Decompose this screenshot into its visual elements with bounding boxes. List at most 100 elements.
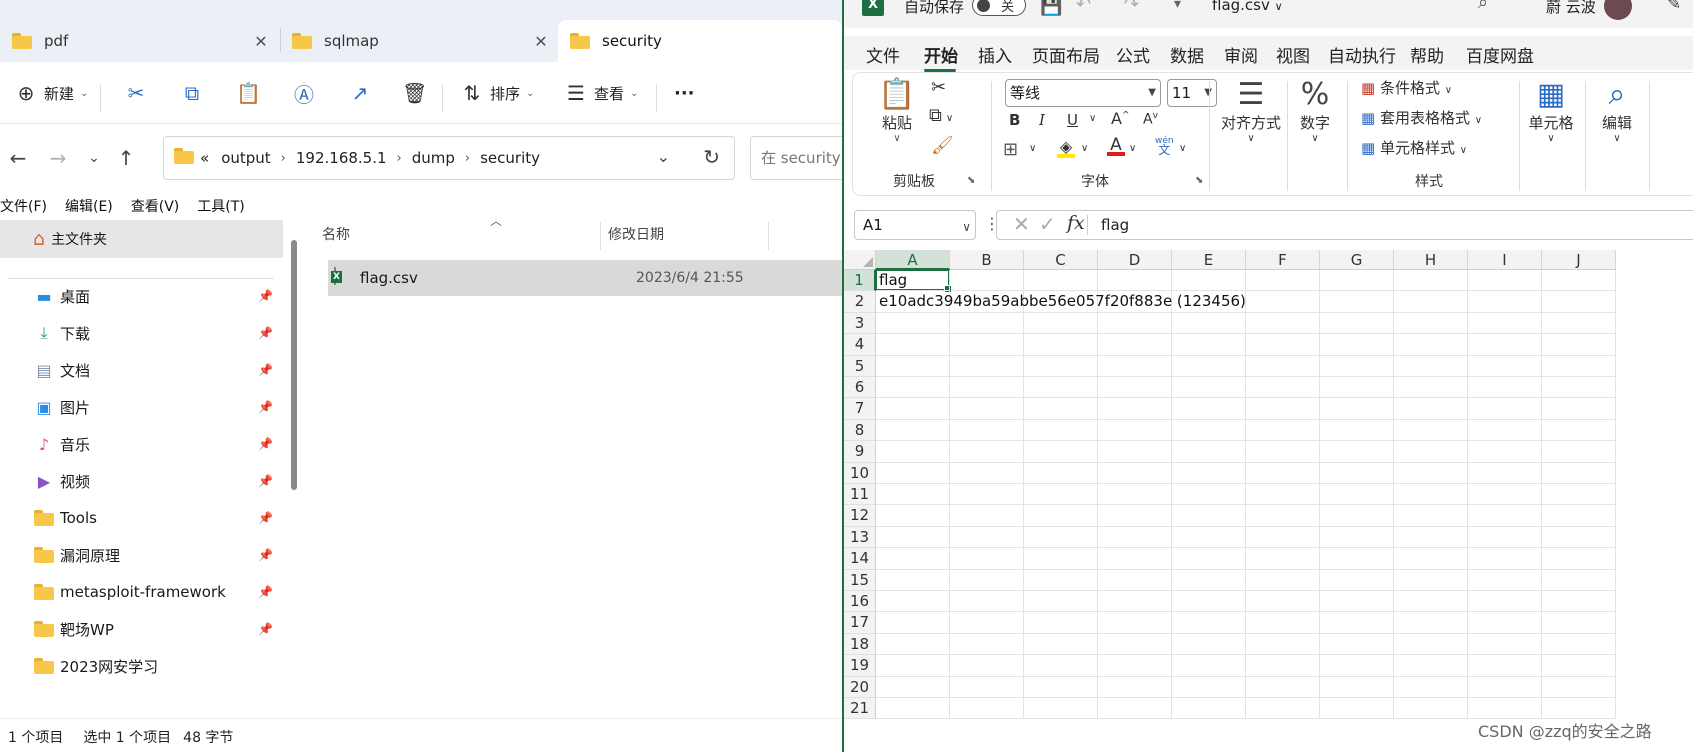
cell-d20[interactable] xyxy=(1098,676,1172,698)
tab-security[interactable]: security xyxy=(558,20,842,62)
cell-b9[interactable] xyxy=(950,441,1024,463)
cell-j3[interactable] xyxy=(1542,312,1616,335)
cell-j11[interactable] xyxy=(1542,484,1616,506)
cell-c8[interactable] xyxy=(1024,419,1098,442)
breadcrumb-ip[interactable]: 192.168.5.1 xyxy=(296,149,387,167)
cell-b8[interactable] xyxy=(950,419,1024,442)
tab-help[interactable]: 帮助 xyxy=(1410,42,1444,67)
cell-h17[interactable] xyxy=(1394,612,1468,634)
cell-g3[interactable] xyxy=(1320,312,1394,335)
row-header[interactable]: 7 xyxy=(844,398,876,420)
cell-c6[interactable] xyxy=(1024,377,1098,399)
more-options-button[interactable]: ··· xyxy=(674,76,695,110)
cell-c13[interactable] xyxy=(1024,526,1098,549)
row-header[interactable]: 20 xyxy=(844,676,876,698)
sidebar-item[interactable]: ♪ 音乐 📌 xyxy=(0,425,283,463)
cell-h18[interactable] xyxy=(1394,633,1468,656)
pin-icon[interactable]: 📌 xyxy=(258,511,273,525)
cell-i1[interactable] xyxy=(1468,270,1542,292)
cell-h4[interactable] xyxy=(1394,334,1468,356)
tab-automate[interactable]: 自动执行 xyxy=(1328,42,1396,67)
cell-g2[interactable] xyxy=(1320,291,1394,313)
cell-e7[interactable] xyxy=(1172,398,1246,420)
cell-d21[interactable] xyxy=(1098,698,1172,720)
cell-f12[interactable] xyxy=(1246,505,1320,527)
cell-h20[interactable] xyxy=(1394,676,1468,698)
cell-e12[interactable] xyxy=(1172,505,1246,527)
cell-i8[interactable] xyxy=(1468,419,1542,442)
alignment-button[interactable]: ☰ 对齐方式 ∨ xyxy=(1215,77,1287,144)
cell-c21[interactable] xyxy=(1024,698,1098,720)
tab-view[interactable]: 视图 xyxy=(1276,42,1310,67)
cell-i7[interactable] xyxy=(1468,398,1542,420)
sidebar-item[interactable]: Tools 📌 xyxy=(0,499,283,537)
cell-f7[interactable] xyxy=(1246,398,1320,420)
view-button[interactable]: ☰ 查看 ⌄ xyxy=(564,76,638,110)
tab-page-layout[interactable]: 页面布局 xyxy=(1032,42,1100,67)
cell-d13[interactable] xyxy=(1098,526,1172,549)
tab-baidu-netdisk[interactable]: 百度网盘 xyxy=(1466,42,1534,67)
cell-i18[interactable] xyxy=(1468,633,1542,656)
cell-b15[interactable] xyxy=(950,569,1024,591)
delete-button[interactable]: 🗑 xyxy=(402,76,427,110)
cell-d12[interactable] xyxy=(1098,505,1172,527)
cell-a4[interactable] xyxy=(876,334,950,356)
cell-b6[interactable] xyxy=(950,377,1024,399)
cell-d5[interactable] xyxy=(1098,355,1172,377)
tab-data[interactable]: 数据 xyxy=(1170,42,1204,67)
insert-function-icon[interactable]: fx xyxy=(1067,212,1085,234)
cell-e1[interactable] xyxy=(1172,270,1246,292)
number-format-button[interactable]: % 数字 ∨ xyxy=(1291,77,1339,144)
cell-i10[interactable] xyxy=(1468,462,1542,484)
cell-d3[interactable] xyxy=(1098,312,1172,335)
forward-arrow-icon[interactable]: → xyxy=(44,146,72,170)
cell-b5[interactable] xyxy=(950,355,1024,377)
cell-f4[interactable] xyxy=(1246,334,1320,356)
column-header[interactable]: C xyxy=(1024,250,1098,270)
cell-j17[interactable] xyxy=(1542,612,1616,634)
cell-h12[interactable] xyxy=(1394,505,1468,527)
column-header-date[interactable]: 修改日期 xyxy=(608,218,664,252)
cell-b13[interactable] xyxy=(950,526,1024,549)
cell-j1[interactable] xyxy=(1542,270,1616,292)
cell-a8[interactable] xyxy=(876,419,950,442)
worksheet-grid[interactable]: A B C D E F G H I J 1 flag 2 e10adc3949ba59abbe56e057… xyxy=(844,250,1693,752)
cell-f13[interactable] xyxy=(1246,526,1320,549)
search-input[interactable]: 在 security xyxy=(750,136,842,180)
cell-d10[interactable] xyxy=(1098,462,1172,484)
cell-i17[interactable] xyxy=(1468,612,1542,634)
cell-h6[interactable] xyxy=(1394,377,1468,399)
cell-e18[interactable] xyxy=(1172,633,1246,656)
chevron-down-icon[interactable]: ∨ xyxy=(1029,143,1036,154)
cell-a10[interactable] xyxy=(876,462,950,484)
cell-d14[interactable] xyxy=(1098,548,1172,570)
row-header[interactable]: 13 xyxy=(844,526,876,549)
chevron-down-icon[interactable]: ∨ xyxy=(1179,143,1186,154)
close-icon[interactable]: ✕ xyxy=(250,32,272,51)
cell-b14[interactable] xyxy=(950,548,1024,570)
breadcrumb-dump[interactable]: dump xyxy=(412,149,455,167)
cancel-icon[interactable]: ✕ xyxy=(1013,212,1030,236)
cell-e20[interactable] xyxy=(1172,676,1246,698)
cell-e15[interactable] xyxy=(1172,569,1246,591)
cell-e9[interactable] xyxy=(1172,441,1246,463)
row-header[interactable]: 12 xyxy=(844,505,876,527)
cell-f21[interactable] xyxy=(1246,698,1320,720)
chevron-down-icon[interactable]: ∨ xyxy=(1089,113,1096,124)
cell-c18[interactable] xyxy=(1024,633,1098,656)
cell-g4[interactable] xyxy=(1320,334,1394,356)
cell-e4[interactable] xyxy=(1172,334,1246,356)
cell-i19[interactable] xyxy=(1468,655,1542,677)
cell-i6[interactable] xyxy=(1468,377,1542,399)
row-header[interactable]: 14 xyxy=(844,548,876,570)
italic-button[interactable]: I xyxy=(1039,111,1045,129)
cell-h3[interactable] xyxy=(1394,312,1468,335)
cell-d11[interactable] xyxy=(1098,484,1172,506)
pin-icon[interactable]: 📌 xyxy=(258,437,273,451)
row-header[interactable]: 5 xyxy=(844,355,876,377)
cell-j15[interactable] xyxy=(1542,569,1616,591)
format-painter-icon[interactable]: 🖌 xyxy=(931,135,954,156)
cell-d1[interactable] xyxy=(1098,270,1172,292)
cell-a17[interactable] xyxy=(876,612,950,634)
cell-d18[interactable] xyxy=(1098,633,1172,656)
